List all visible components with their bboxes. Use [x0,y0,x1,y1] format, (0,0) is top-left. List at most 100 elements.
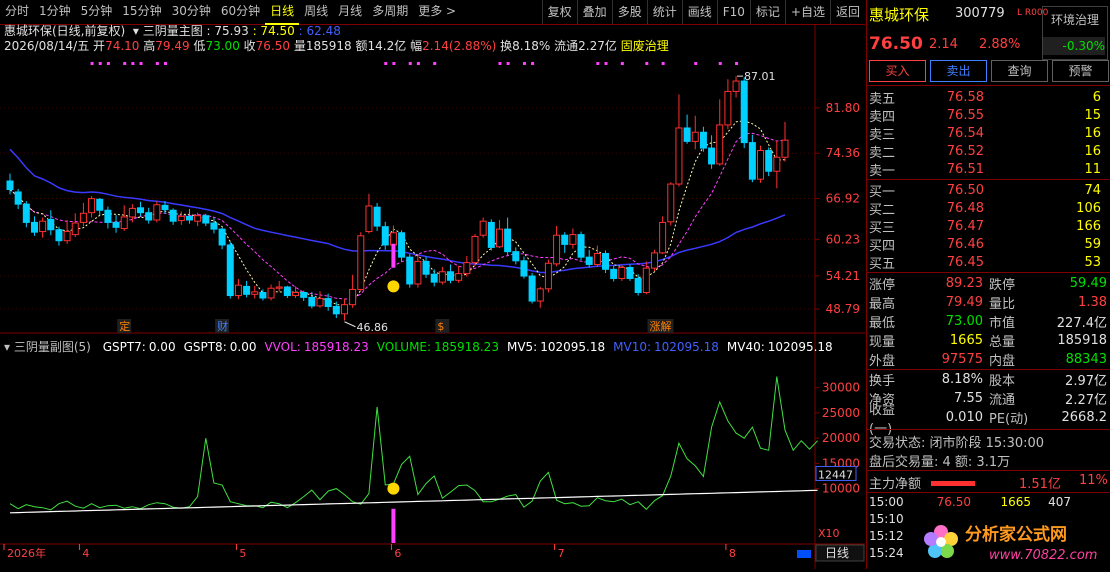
candle-body [757,150,765,180]
candle-body [626,267,634,279]
candle-body [406,256,414,285]
toolbar-button[interactable]: +自选 [784,0,830,24]
query-button[interactable]: 查询 [991,60,1048,82]
candle-body [251,291,259,295]
stat-label: 市值 [989,316,1016,331]
x-axis-label: 2026年 [7,546,46,560]
stock-code: 300779 [955,6,1005,21]
indicator-name[interactable]: 三阴量主图 [143,24,203,38]
signal-dot [498,62,502,65]
low-annotation-arrow [344,321,356,328]
toolbar-button[interactable]: 叠加 [576,0,612,24]
sub-y-axis-label: 10000 [822,482,860,496]
close-label: 收 [243,39,256,53]
divider [867,492,1110,493]
alert-button[interactable]: 预警 [1052,60,1109,82]
order-book-row[interactable]: 卖一 76.51 11 [867,160,1110,179]
candle-body [773,156,781,172]
period-tab[interactable]: 1分钟 [34,0,76,25]
tick-n: 407 [1048,495,1071,509]
level-label: 买四 [869,238,896,254]
candle-body [479,220,487,236]
money-bag-icon [387,280,400,293]
period-tab[interactable]: 月线 [333,0,367,25]
candle-body [202,215,210,224]
flower-logo-icon [924,525,958,558]
toolbar-button[interactable]: 复权 [541,0,577,24]
candle-body [275,286,283,289]
candle-body [577,234,585,258]
candle-body [104,209,112,223]
low-value: 73.00 [205,39,240,53]
level-volume: 106 [1076,200,1101,216]
toolbar-button[interactable]: 画线 [681,0,717,24]
amp-label: 幅 [410,39,423,53]
period-tab[interactable]: 5分钟 [76,0,118,25]
period-tab[interactable]: 30分钟 [167,0,216,25]
candle-body [308,296,316,307]
toolbar-button[interactable]: 多股 [611,0,647,24]
order-book-row[interactable]: 买五 76.45 53 [867,253,1110,272]
concept-tag[interactable]: 固废治理 [621,39,669,53]
toolbar-button[interactable]: 统计 [646,0,682,24]
low-annotation: 46.86 [356,321,388,334]
level-price: 76.46 [946,236,984,252]
chevron-down-icon[interactable]: ▾ [133,24,139,38]
candle-body [6,180,14,191]
candle-body [422,260,430,275]
chart-area[interactable]: 81.80 74.36 66.92 60.23 54.21 48.79 87.01 46.86… [0,24,865,569]
period-tab[interactable]: 日线 [265,0,300,25]
candle-body [185,215,193,221]
sector-box[interactable]: 环境治理 -0.30% [1042,6,1108,60]
candlestick-chart[interactable]: 81.80 74.36 66.92 60.23 54.21 48.79 87.01 46.86… [0,24,865,569]
candle-body [504,228,512,253]
candle-body [602,252,610,270]
period-tab[interactable]: 更多 > [413,0,461,25]
toolbar-button[interactable]: F10 [716,0,750,24]
tick-p: 76.50 [936,495,971,509]
order-book-row[interactable]: 买四 76.46 59 [867,235,1110,254]
buy-button[interactable]: 买入 [869,60,926,82]
candle-body [177,215,185,222]
sub-indicator-name[interactable]: 三阴量副图(5) [14,340,91,354]
high-label: 高 [143,39,156,53]
period-tab[interactable]: 分时 [0,0,34,25]
order-book-row[interactable]: 卖三 76.54 16 [867,124,1110,143]
toolbar-button[interactable]: 返回 [829,0,865,24]
trade-buttons: 买入 卖出 查询 预警 [869,60,1109,82]
order-book-row[interactable]: 买三 76.47 166 [867,217,1110,236]
sell-button[interactable]: 卖出 [930,60,987,82]
toolbar-button[interactable]: 标记 [749,0,785,24]
stat-value: 89.23 [945,276,983,291]
sub-label-key: MV5: [506,340,538,354]
order-book-row[interactable]: 卖五 76.58 6 [867,88,1110,107]
signal-dot [661,62,665,65]
candle-body [283,286,291,297]
x-axis-label: 4 [82,547,89,560]
level-price: 76.45 [946,254,984,270]
order-book-row[interactable]: 卖四 76.55 15 [867,106,1110,125]
order-book-row[interactable]: 买一 76.50 74 [867,181,1110,200]
amp-value: 2.14(2.88%) [422,39,497,53]
signal-dot [392,62,396,65]
period-toolbar: 分时 1分钟 5分钟 15分钟 30分钟 60分钟 日线 周线 月线 多周期 更多 > 复权 叠加 多股… [0,0,865,25]
period-tab[interactable]: 60分钟 [216,0,265,25]
stock-name: 惠城环保 [869,6,930,24]
period-tab[interactable]: 15分钟 [117,0,166,25]
order-book-row[interactable]: 买二 76.48 106 [867,199,1110,218]
main-force-row[interactable]: 主力净额 1.51亿 11% [869,473,1109,492]
candle-body [194,215,202,222]
tick-t: 15:12 [869,529,904,543]
order-book-row[interactable]: 卖二 76.52 16 [867,142,1110,161]
level-label: 卖四 [869,109,896,125]
tick-t: 15:10 [869,512,904,526]
stat-value: 2.97亿 [1065,374,1107,389]
scroll-handle[interactable] [797,550,811,558]
stat-row: 涨停 89.23 跌停 59.49 [867,274,1110,293]
period-tab[interactable]: 周线 [299,0,333,25]
period-tab[interactable]: 多周期 [367,0,413,25]
chevron-down-icon[interactable]: ▾ [4,340,10,354]
y-axis-label: 81.80 [826,101,860,115]
sub-label-value: 185918.23 [303,340,369,354]
candle-body [161,204,169,211]
